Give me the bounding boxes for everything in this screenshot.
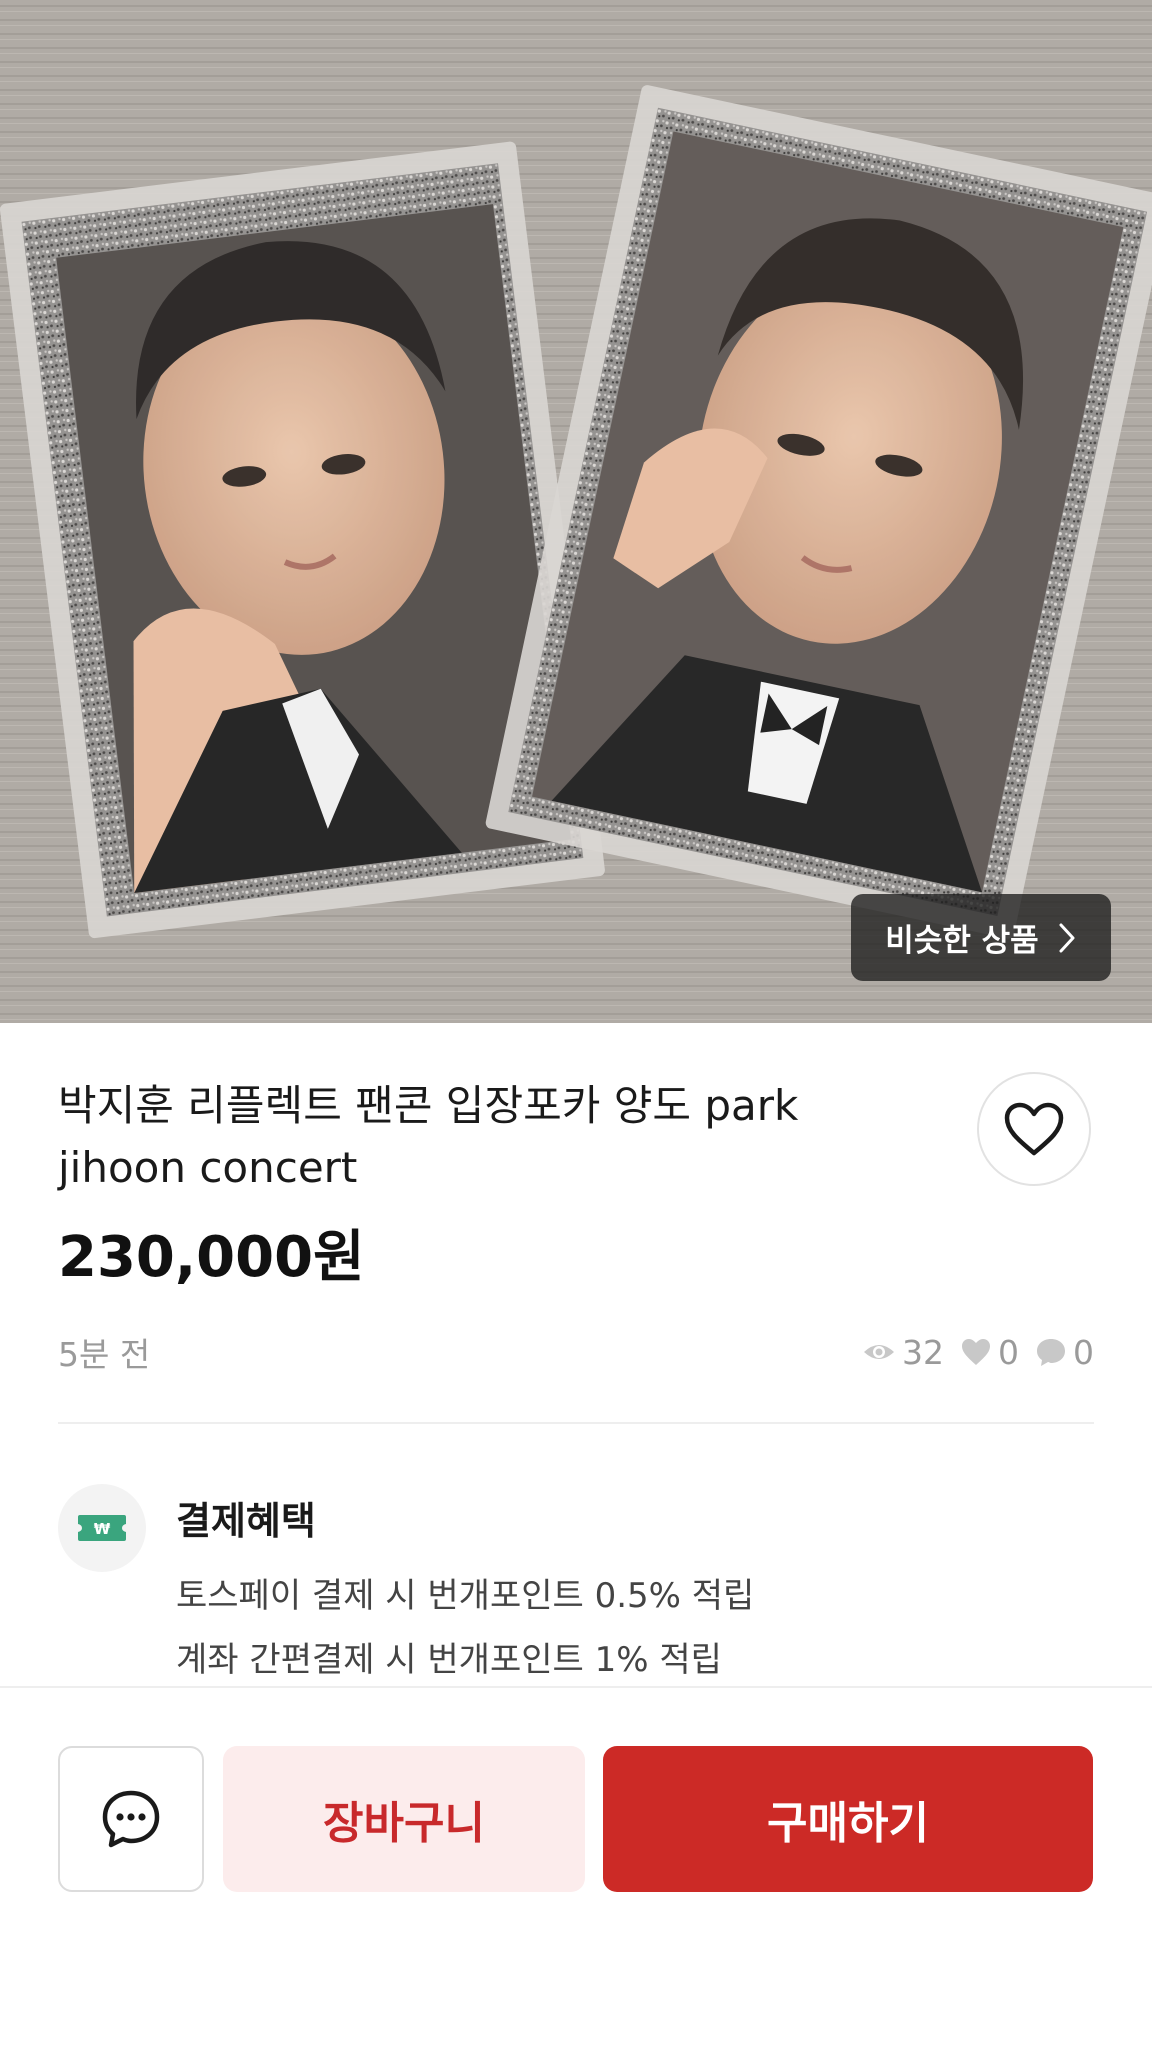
similar-products-button[interactable]: 비슷한 상품: [851, 894, 1111, 981]
chat-button[interactable]: [58, 1746, 204, 1892]
divider: [58, 1422, 1094, 1424]
heart-filled-icon: [962, 1339, 990, 1365]
similar-products-label: 비슷한 상품: [885, 923, 1039, 959]
chat-bubble-icon: [1037, 1339, 1065, 1366]
benefit-title: 결제혜택: [176, 1499, 316, 1543]
like-count: 0: [960, 1333, 1019, 1372]
like-button[interactable]: [977, 1072, 1091, 1186]
chat-icon: [102, 1790, 160, 1848]
like-count-value: 0: [998, 1332, 1019, 1372]
benefit-icon-badge: ₩: [58, 1484, 146, 1572]
benefit-account: 계좌 간편결제 시 번개포인트 1% 적립: [176, 1640, 722, 1680]
product-meta: 5분 전 32 0 0: [58, 1330, 1094, 1375]
product-title: 박지훈 리플렉트 팬콘 입장포카 양도 park jihoon concert: [58, 1081, 799, 1192]
chevron-right-icon: [1057, 922, 1077, 954]
view-count: 32: [862, 1333, 944, 1372]
eye-icon: [864, 1345, 894, 1359]
buy-button[interactable]: 구매하기: [603, 1746, 1093, 1892]
cart-button[interactable]: 장바구니: [223, 1746, 585, 1892]
view-count-value: 32: [902, 1332, 944, 1372]
svg-text:₩: ₩: [94, 1520, 111, 1538]
posted-time: 5분 전: [58, 1335, 151, 1374]
ticket-won-icon: ₩: [78, 1515, 126, 1541]
product-price: 230,000원: [58, 1225, 365, 1290]
product-image[interactable]: 비슷한 상품: [0, 0, 1152, 1023]
benefit-tosspay: 토스페이 결제 시 번개포인트 0.5% 적립: [176, 1576, 755, 1616]
product-photo: [0, 0, 1152, 1023]
heart-icon: [1004, 1102, 1064, 1156]
chat-count-value: 0: [1073, 1332, 1094, 1372]
chat-count: 0: [1035, 1333, 1094, 1372]
product-stats: 32 0 0: [862, 1333, 1094, 1372]
